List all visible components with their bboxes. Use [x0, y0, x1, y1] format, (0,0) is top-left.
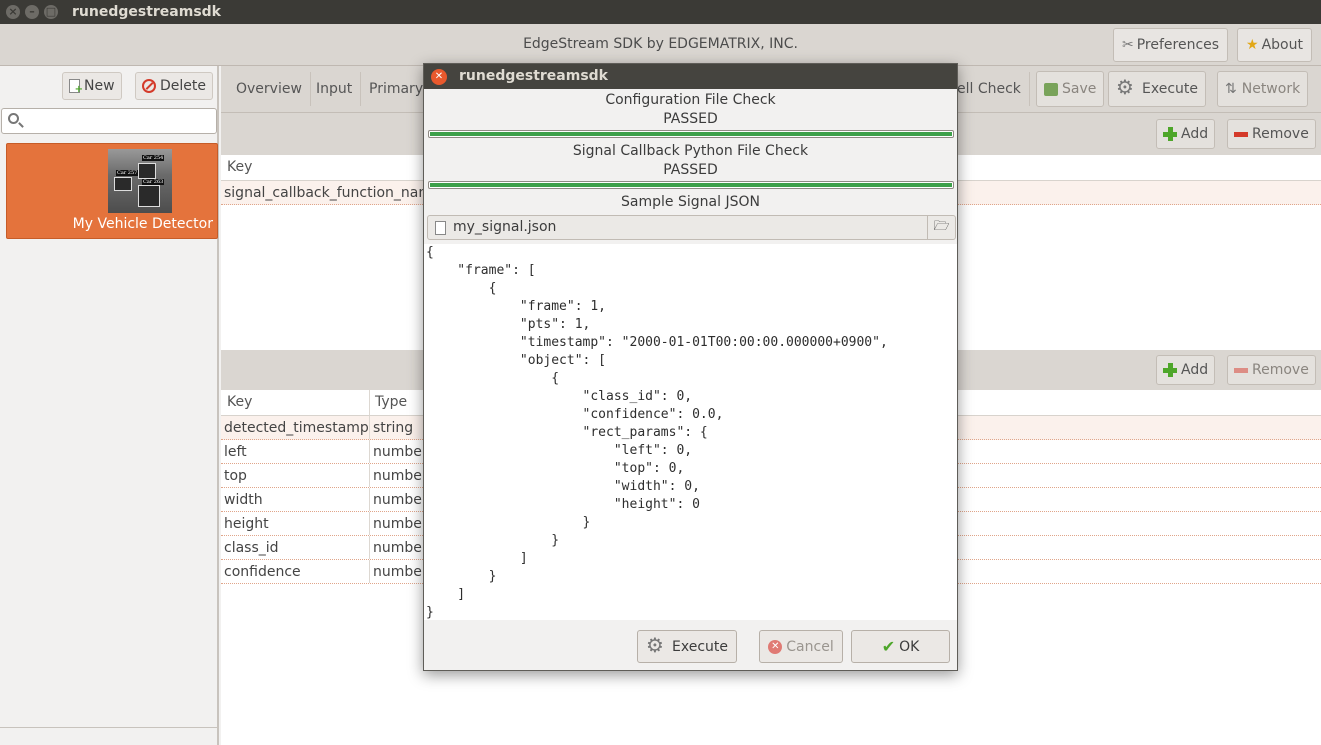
header-bar: EdgeStream SDK by EDGEMATRIX, INC. ✂ Pre…	[0, 24, 1321, 66]
remove-button[interactable]: Remove	[1227, 119, 1316, 149]
row-type: number	[373, 492, 428, 508]
callback-check-status: PASSED	[663, 162, 718, 178]
window-minimize-button[interactable]: –	[25, 5, 39, 19]
sample-signal-label: Sample Signal JSON	[621, 194, 760, 210]
tab-cell-check[interactable]: ell Check	[949, 72, 1030, 106]
file-chooser[interactable]: my_signal.json 🗁	[427, 215, 956, 240]
dialog-cancel-button[interactable]: ✕ Cancel	[759, 630, 843, 663]
new-label: New	[84, 78, 115, 94]
dialog-title: runedgestreamsdk	[459, 68, 608, 84]
cancel-icon: ✕	[768, 639, 783, 654]
tab-input[interactable]: Input	[308, 72, 362, 106]
search-icon	[8, 113, 19, 124]
dialog-titlebar: ✕ runedgestreamsdk	[424, 64, 957, 89]
add-button[interactable]: Add	[1156, 355, 1216, 385]
star-icon: ★	[1246, 37, 1259, 53]
sidebar-item-my-vehicle-detector[interactable]: Car 254 Car 257 Car 263 My Vehicle Detec…	[6, 143, 218, 239]
row-key: signal_callback_function_nam	[224, 185, 433, 201]
project-thumbnail: Car 254 Car 257 Car 263	[108, 149, 172, 213]
gears-icon	[1116, 75, 1138, 100]
row-key: detected_timestamp	[224, 420, 369, 436]
add-button[interactable]: Add	[1156, 119, 1216, 149]
dialog-close-button[interactable]: ✕	[431, 69, 447, 85]
config-check-progress	[428, 130, 954, 138]
execute-label: Execute	[672, 638, 728, 655]
tab-primary[interactable]: Primary	[361, 72, 433, 106]
minus-icon	[1234, 131, 1248, 137]
callback-check-progress	[428, 181, 954, 189]
dialog-execute-button[interactable]: Execute	[637, 630, 737, 663]
window-maximize-button[interactable]: □	[44, 5, 58, 19]
row-key: width	[224, 492, 263, 508]
plus-icon	[1163, 127, 1177, 141]
row-key: confidence	[224, 564, 301, 580]
config-check-label: Configuration File Check	[605, 92, 776, 108]
remove-label: Remove	[1252, 362, 1309, 378]
search-input[interactable]	[1, 108, 217, 134]
dialog-ok-button[interactable]: ✔ OK	[851, 630, 950, 663]
network-label: Network	[1241, 81, 1301, 97]
window-title: runedgestreamsdk	[72, 4, 221, 20]
progress-fill	[430, 132, 952, 136]
checkmark-icon: ✔	[881, 637, 896, 656]
column-header-key[interactable]: Key	[227, 394, 252, 410]
save-icon	[1044, 82, 1058, 96]
file-icon	[435, 221, 446, 235]
execute-button[interactable]: Execute	[1108, 71, 1206, 107]
remove-label: Remove	[1252, 126, 1309, 142]
preferences-label: Preferences	[1136, 37, 1220, 53]
column-header-key[interactable]: Key	[227, 159, 252, 175]
delete-button[interactable]: Delete	[135, 72, 213, 100]
remove-button[interactable]: Remove	[1227, 355, 1316, 385]
save-label: Save	[1062, 81, 1097, 97]
add-label: Add	[1181, 126, 1209, 142]
about-button[interactable]: ★ About	[1237, 28, 1312, 62]
add-label: Add	[1181, 362, 1209, 378]
window-titlebar: × – □ runedgestreamsdk	[0, 0, 1321, 24]
network-button[interactable]: ⇅ Network	[1217, 71, 1309, 107]
delete-label: Delete	[160, 78, 206, 94]
column-header-type[interactable]: Type	[375, 394, 407, 410]
window-close-button[interactable]: ×	[6, 5, 20, 19]
thumb-label: Car 254	[142, 155, 165, 161]
minus-icon	[1234, 367, 1248, 373]
row-type: number	[373, 516, 428, 532]
network-arrows-icon: ⇅	[1225, 81, 1237, 97]
plus-icon	[1163, 363, 1177, 377]
row-type: number	[373, 468, 428, 484]
tools-icon: ✂	[1122, 37, 1134, 53]
progress-fill	[430, 183, 952, 187]
config-check-status: PASSED	[663, 111, 718, 127]
row-type: number	[373, 540, 428, 556]
row-key: height	[224, 516, 269, 532]
gears-icon	[646, 633, 668, 658]
new-file-icon: +	[69, 79, 83, 95]
no-entry-icon	[142, 79, 156, 93]
thumb-label: Car 263	[142, 179, 165, 185]
tab-overview[interactable]: Overview	[228, 72, 311, 106]
row-key: top	[224, 468, 247, 484]
ok-label: OK	[899, 638, 920, 655]
cancel-label: Cancel	[786, 638, 834, 655]
row-key: class_id	[224, 540, 279, 556]
folder-open-icon: 🗁	[933, 218, 950, 234]
file-name: my_signal.json	[453, 219, 557, 235]
save-button[interactable]: Save	[1036, 71, 1105, 107]
row-type: number	[373, 444, 428, 460]
thumb-label: Car 257	[116, 170, 139, 176]
about-label: About	[1261, 37, 1303, 53]
execute-label: Execute	[1142, 81, 1198, 97]
sidebar-divider	[0, 727, 217, 728]
open-file-button[interactable]: 🗁	[927, 216, 955, 239]
sidebar-item-label: My Vehicle Detector	[72, 216, 213, 232]
row-key: left	[224, 444, 247, 460]
sidebar: + New Delete Car 254 Car 257 Car 263 My …	[0, 66, 219, 745]
preferences-button[interactable]: ✂ Preferences	[1113, 28, 1229, 62]
new-button[interactable]: + New	[62, 72, 122, 100]
callback-check-label: Signal Callback Python File Check	[572, 143, 809, 159]
check-dialog: ✕ runedgestreamsdk Configuration File Ch…	[423, 63, 958, 671]
row-type: number	[373, 564, 428, 580]
json-viewer[interactable]: { "frame": [ { "frame": 1, "pts": 1, "ti…	[424, 244, 957, 620]
row-type: string	[373, 420, 414, 436]
